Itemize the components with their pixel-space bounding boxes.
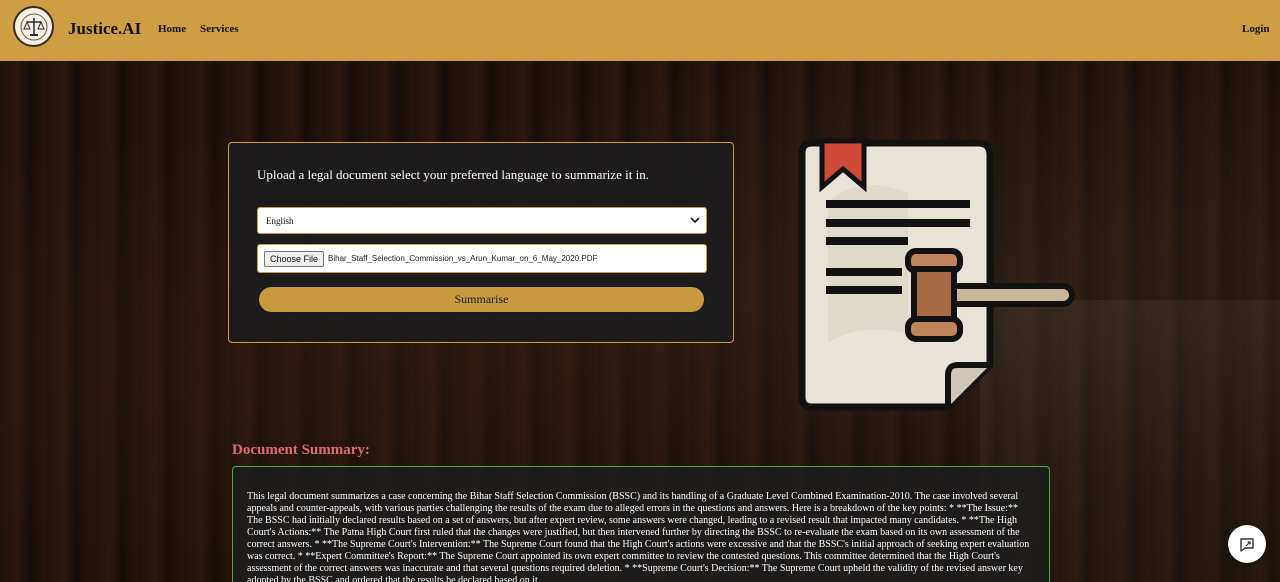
summary-box: This legal document summarizes a case co… <box>232 466 1050 582</box>
legal-document-gavel-icon <box>798 138 1075 411</box>
language-select[interactable]: English <box>257 207 707 234</box>
scales-of-justice-icon[interactable] <box>13 6 54 47</box>
chat-button[interactable] <box>1228 525 1266 563</box>
nav-services-link[interactable]: Services <box>200 23 238 35</box>
upload-instructions: Upload a legal document select your pref… <box>257 167 650 182</box>
chat-expand-icon <box>1240 538 1254 552</box>
brand-name[interactable]: Justice.AI <box>68 19 141 39</box>
summarise-button[interactable]: Summarise <box>257 285 706 314</box>
login-link[interactable]: Login <box>1242 23 1270 35</box>
file-name: Bihar_Staff_Selection_Commission_vs_Arun… <box>328 254 598 263</box>
nav-home-link[interactable]: Home <box>158 23 186 35</box>
navbar: Justice.AI Home Services Login <box>0 0 1280 61</box>
language-select-value: English <box>266 215 294 226</box>
summary-heading: Document Summary: <box>232 442 370 458</box>
choose-file-button[interactable]: Choose File <box>264 250 325 267</box>
file-input[interactable]: Choose File Bihar_Staff_Selection_Commis… <box>257 244 707 273</box>
chevron-down-icon <box>690 217 700 224</box>
summary-text: This legal document summarizes a case co… <box>247 491 1030 582</box>
upload-card: Upload a legal document select your pref… <box>228 142 734 343</box>
